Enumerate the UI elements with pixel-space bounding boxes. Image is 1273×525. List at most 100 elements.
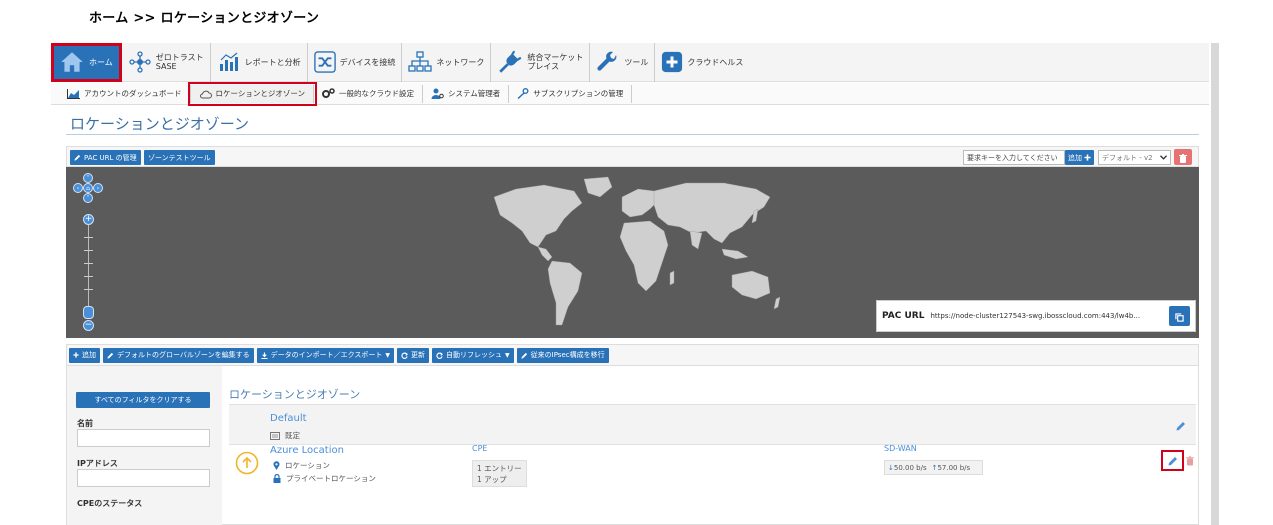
subnav-locations-label: ロケーションとジオゾーン [215,89,305,98]
copy-pac-url-button[interactable] [1169,306,1190,326]
pan-home-button[interactable]: ⌂ [83,183,93,193]
add-location-button[interactable]: 追加 [69,347,100,363]
world-map-land [493,176,781,326]
sdwan-up: ↑57.00 b/s [932,464,971,472]
cloud-icon [199,89,212,99]
nav-reports[interactable]: レポートと分析 [211,42,308,82]
pac-url-manage-label: PAC URL の管理 [84,153,137,162]
cpe-entries: 1 エントリー [477,464,522,473]
name-filter-label: 名前 [77,419,93,428]
gears-icon [321,88,335,99]
auto-refresh-label: 自動リフレッシュ [446,351,503,359]
zoom-slider-handle[interactable] [83,306,94,319]
migrate-ipsec-button[interactable]: 従来のIPsec構成を移行 [516,347,609,363]
nav-tools[interactable]: ツール [590,42,656,82]
page-title: ロケーションとジオゾーン [70,115,249,133]
location-name-azure[interactable]: Azure Location [270,445,344,456]
location-list: ロケーションとジオゾーン Default 既定 Azure Location ロ… [229,366,1196,525]
breadcrumb: ホーム >> ロケーションとジオゾーン [89,11,320,26]
chevron-down-small-icon: ˅ [86,194,90,202]
subnav-locations[interactable]: ロケーションとジオゾーン [187,81,317,106]
add-key-label: 追加 [1068,153,1082,162]
refresh-button[interactable]: 更新 [397,347,430,363]
chevron-up-icon: ˄ [86,174,90,182]
pac-url-manage-button[interactable]: PAC URL の管理 [70,150,141,165]
location-row-default[interactable]: Default 既定 [229,405,1196,445]
nav-zero-trust-label-1: ゼロトラスト [155,53,204,62]
pac-url-value: https://node-cluster127543-swg.ibossclou… [930,312,1141,320]
nav-connect-devices[interactable]: デバイスを接続 [308,42,403,82]
pencil-icon [1168,451,1178,470]
delete-azure-button[interactable] [1185,455,1194,466]
auto-refresh-button[interactable]: 自動リフレッシュ ▼ [432,347,514,363]
delete-version-button[interactable] [1174,149,1192,165]
subnav-subscription[interactable]: サブスクリプションの管理 [509,84,633,103]
pan-down-button[interactable]: ˅ [83,193,93,203]
shuffle-icon [313,51,336,73]
ip-filter-input[interactable] [77,469,210,487]
status-up-icon [235,451,259,475]
chevron-down-icon [1159,154,1168,162]
nav-connect-devices-label: デバイスを接続 [339,57,396,67]
nav-network[interactable]: ネットワーク [402,42,492,82]
cpe-status-filter-label: CPEのステータス [77,499,143,508]
subnav-system-admin[interactable]: システム管理者 [423,84,510,103]
nav-network-label: ネットワーク [436,57,485,67]
subnav-general-cloud-settings[interactable]: 一般的なクラウド設定 [314,84,423,103]
zoom-tick [84,250,93,251]
world-map[interactable]: ˄ ‹ ⌂ › ˅ + − PAC URL https://node-clust… [66,167,1199,338]
sdwan-down: ↓50.00 b/s [888,464,927,472]
zone-test-tool-label: ゾーンテストツール [148,153,211,162]
top-nav: ホーム ゼロトラスト SASE レポートと分析 デバイスを接続 ネットワーク 統… [51,42,1209,82]
plus-icon [73,352,79,358]
map-marker-icon [273,461,280,470]
name-filter-input[interactable] [77,429,210,447]
version-select[interactable]: デフォルト - v2 [1098,150,1171,165]
title-divider [66,134,1199,135]
edit-default-button[interactable] [1175,419,1187,431]
app-window: ホーム ゼロトラスト SASE レポートと分析 デバイスを接続 ネットワーク 統… [51,42,1213,525]
zoom-slider-track[interactable] [88,225,89,319]
pan-up-button[interactable]: ˄ [83,173,93,183]
chevron-left-icon: ‹ [76,184,80,192]
subnav-system-admin-label: システム管理者 [447,89,501,98]
zoom-tick [84,263,93,264]
pencil-icon [74,154,81,161]
location-name-default[interactable]: Default [270,413,307,424]
nav-marketplace[interactable]: 統合マーケット プレイス [491,42,591,82]
clear-filters-button[interactable]: すべてのフィルタをクリアする [76,392,210,408]
subnav-account-dashboard[interactable]: アカウントのダッシュボード [59,84,191,103]
pan-right-button[interactable]: › [93,183,103,193]
caret-down-icon: ▼ [385,351,391,359]
pac-url-label: PAC URL [882,311,925,321]
request-key-input[interactable] [963,150,1065,165]
location-privacy-azure: プライベートロケーション [273,473,376,484]
refresh-icon [401,351,408,359]
plug-icon [497,49,523,75]
pac-url-box: PAC URL https://node-cluster127543-swg.i… [876,300,1196,332]
page-scrollbar[interactable] [1211,43,1219,525]
area-chart-icon [67,88,80,99]
location-list-area: すべてのフィルタをクリアする 名前 IPアドレス CPEのステータス ロケーショ… [66,366,1199,525]
zone-test-tool-button[interactable]: ゾーンテストツール [144,150,215,165]
add-key-button[interactable]: 追加 [1065,150,1094,165]
zoom-in-button[interactable]: + [83,214,94,225]
zoom-tick [84,276,93,277]
home-small-icon: ⌂ [86,184,90,192]
nav-cloud-health-label: クラウドヘルス [687,57,744,67]
clear-filters-label: すべてのフィルタをクリアする [94,396,192,404]
zoom-out-button[interactable]: − [83,320,94,331]
ip-filter-label: IPアドレス [77,459,118,468]
location-row-azure[interactable]: Azure Location ロケーション プライベートロケーション CPE 1… [229,444,1196,525]
import-export-button[interactable]: データのインポート／エクスポート ▼ [256,347,395,363]
lock-icon [273,474,281,483]
nav-cloud-health[interactable]: クラウドヘルス [655,43,749,82]
edit-global-zone-button[interactable]: デフォルトのグローバルゾーンを編集する [103,347,254,363]
cpe-status-box[interactable]: 1 エントリー 1 アップ [472,460,527,487]
chevron-right-icon: › [96,184,100,192]
nav-zero-trust[interactable]: ゼロトラスト SASE [122,42,211,82]
nav-home[interactable]: ホーム [51,42,122,82]
edit-azure-button[interactable] [1161,450,1184,471]
pan-left-button[interactable]: ‹ [73,183,83,193]
chart-icon [217,50,241,74]
